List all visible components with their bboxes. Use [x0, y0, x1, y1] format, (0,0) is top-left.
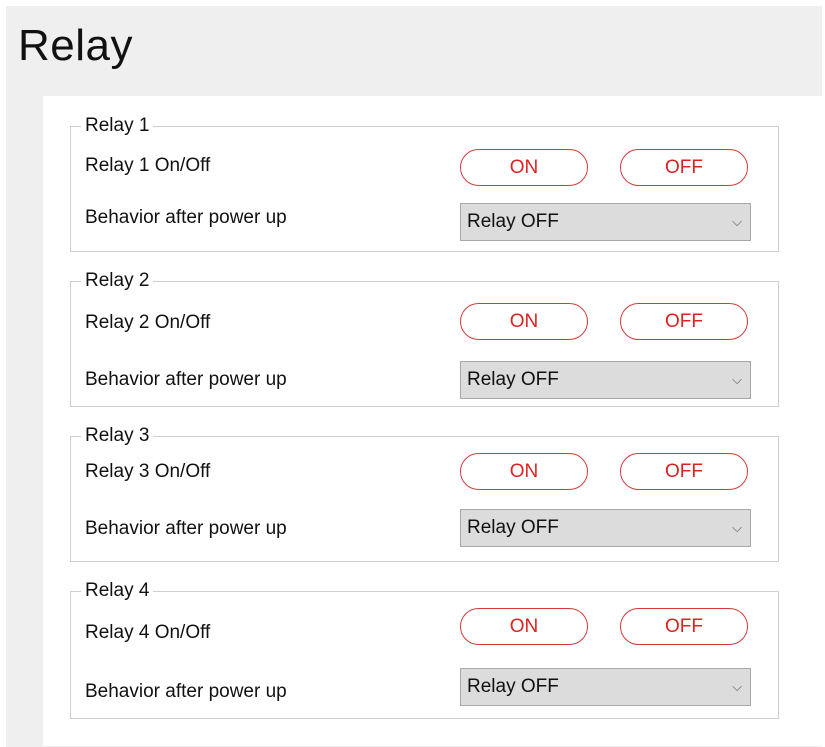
relay-1-on-button[interactable]: ON	[460, 149, 588, 186]
behavior-select-value: Relay OFF	[467, 676, 559, 697]
page-title: Relay	[18, 21, 133, 70]
chevron-down-icon: ⌵	[732, 214, 742, 229]
relay-toggle-label: Relay 4 On/Off	[85, 622, 211, 643]
relay-group-4: Relay 4 Relay 4 On/Off ON OFF Behavior a…	[70, 580, 779, 719]
relay-4-behavior-select[interactable]: Relay OFF ⌵	[460, 668, 751, 706]
relay-toggle-label: Relay 2 On/Off	[85, 312, 211, 333]
relay-group-1: Relay 1 Relay 1 On/Off ON OFF Behavior a…	[70, 115, 779, 252]
behavior-label: Behavior after power up	[85, 369, 287, 390]
relay-3-behavior-select[interactable]: Relay OFF ⌵	[460, 509, 751, 547]
behavior-select-value: Relay OFF	[467, 211, 559, 232]
behavior-label: Behavior after power up	[85, 518, 287, 539]
behavior-select-value: Relay OFF	[467, 517, 559, 538]
relay-1-off-button[interactable]: OFF	[620, 149, 748, 186]
behavior-label: Behavior after power up	[85, 207, 287, 228]
relay-group-2: Relay 2 Relay 2 On/Off ON OFF Behavior a…	[70, 270, 779, 407]
relay-group-legend: Relay 3	[81, 425, 154, 447]
relay-4-on-button[interactable]: ON	[460, 608, 588, 645]
behavior-select-value: Relay OFF	[467, 369, 559, 390]
relay-3-off-button[interactable]: OFF	[620, 453, 748, 490]
chevron-down-icon: ⌵	[732, 679, 742, 694]
behavior-label: Behavior after power up	[85, 681, 287, 702]
chevron-down-icon: ⌵	[732, 520, 742, 535]
relay-panel: Relay 1 Relay 1 On/Off ON OFF Behavior a…	[43, 96, 825, 746]
relay-group-legend: Relay 1	[81, 115, 154, 137]
relay-2-on-button[interactable]: ON	[460, 303, 588, 340]
relay-toggle-label: Relay 3 On/Off	[85, 461, 211, 482]
relay-2-behavior-select[interactable]: Relay OFF ⌵	[460, 361, 751, 399]
relay-group-3: Relay 3 Relay 3 On/Off ON OFF Behavior a…	[70, 425, 779, 562]
relay-toggle-label: Relay 1 On/Off	[85, 155, 211, 176]
relay-group-legend: Relay 4	[81, 580, 154, 602]
relay-group-legend: Relay 2	[81, 270, 154, 292]
page-background: Relay Relay 1 Relay 1 On/Off ON OFF Beha…	[6, 6, 825, 747]
chevron-down-icon: ⌵	[732, 372, 742, 387]
relay-1-behavior-select[interactable]: Relay OFF ⌵	[460, 203, 751, 241]
relay-2-off-button[interactable]: OFF	[620, 303, 748, 340]
relay-3-on-button[interactable]: ON	[460, 453, 588, 490]
relay-4-off-button[interactable]: OFF	[620, 608, 748, 645]
